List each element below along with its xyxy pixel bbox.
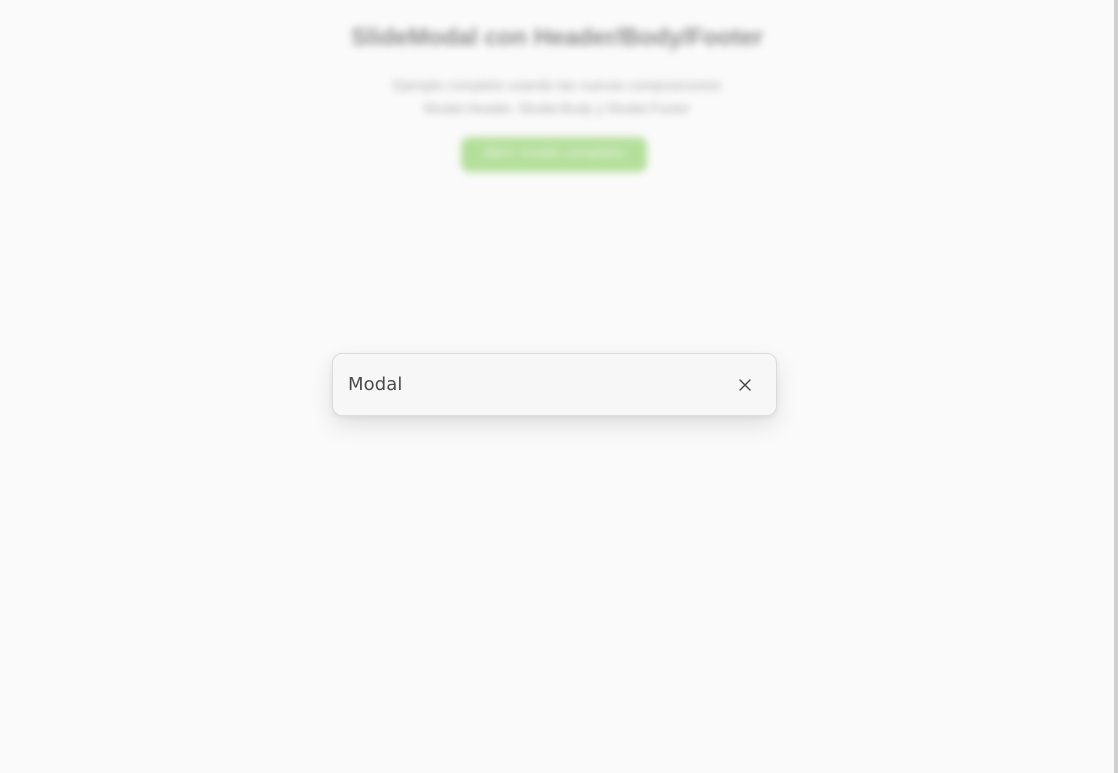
modal-title: Modal [348, 374, 403, 395]
close-icon [739, 379, 751, 391]
open-modal-button: Abrir modal completo [461, 137, 647, 172]
background-page-title: SlideModal con Header/Body/Footer [350, 24, 764, 51]
background-page-subtitle: Ejemplo completo usando las nuevas compo… [0, 74, 1114, 120]
background-page-subtitle-line-1: Ejemplo completo usando las nuevas compo… [392, 77, 722, 93]
app-viewport: SlideModal con Header/Body/Footer Ejempl… [0, 0, 1118, 773]
open-modal-button-label: Abrir modal completo [483, 146, 625, 161]
modal-close-button[interactable] [734, 374, 756, 396]
modal-dialog: Modal [332, 353, 777, 416]
background-page-subtitle-line-2: Modal.Header, Modal.Body y Modal.Footer [423, 100, 691, 116]
